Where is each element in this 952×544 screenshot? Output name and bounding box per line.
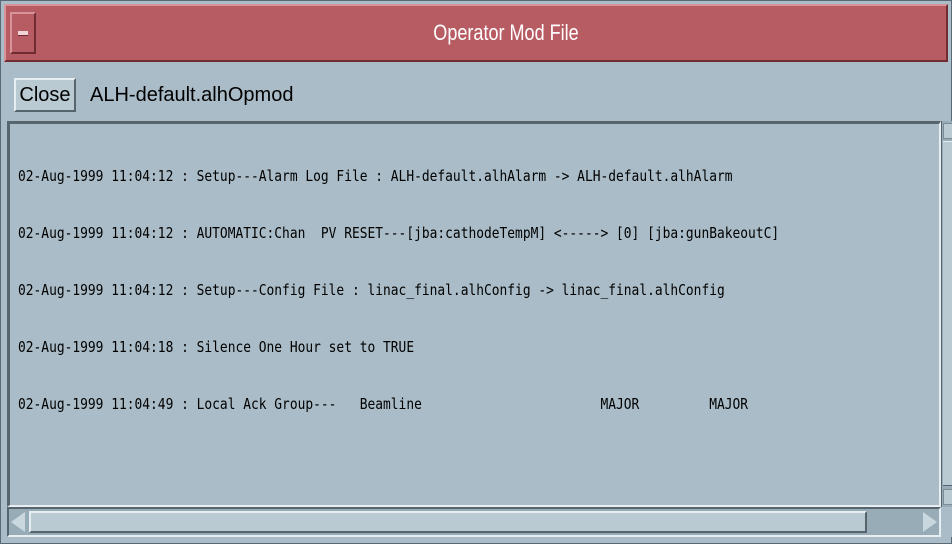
scrollbar-corner <box>941 507 952 537</box>
log-line: 02-Aug-1999 11:04:49 : Local Ack Group--… <box>18 395 749 413</box>
log-text-area[interactable]: 02-Aug-1999 11:04:12 : Setup---Alarm Log… <box>7 121 941 507</box>
title-bar[interactable]: Operator Mod File <box>4 4 948 62</box>
window-menu-button[interactable] <box>10 12 36 54</box>
file-name-label: ALH-default.alhOpmod <box>90 84 294 106</box>
log-line: 02-Aug-1999 11:04:12 : AUTOMATIC:Chan PV… <box>18 224 780 242</box>
log-line: 02-Aug-1999 11:04:12 : Setup---Config Fi… <box>18 281 725 299</box>
arrow-right-icon[interactable] <box>923 512 937 532</box>
scroll-up-button[interactable] <box>943 123 952 139</box>
window-title: Operator Mod File <box>433 20 579 45</box>
log-line: 02-Aug-1999 11:04:18 : Silence One Hour … <box>18 338 415 356</box>
arrow-left-icon[interactable] <box>11 512 25 532</box>
log-lines: 02-Aug-1999 11:04:12 : Setup---Alarm Log… <box>18 130 931 451</box>
horizontal-scroll-thumb[interactable] <box>29 511 867 533</box>
vertical-scroll-thumb[interactable] <box>943 141 952 486</box>
vertical-scrollbar[interactable] <box>941 121 952 507</box>
log-line: 02-Aug-1999 11:04:12 : Setup---Alarm Log… <box>18 167 733 185</box>
window-menu-icon <box>18 31 28 36</box>
toolbar: Close ALH-default.alhOpmod <box>4 62 948 120</box>
scroll-down-button[interactable] <box>943 489 952 505</box>
close-button[interactable]: Close <box>14 78 76 112</box>
horizontal-scrollbar[interactable] <box>7 507 941 537</box>
operator-mod-file-window: Operator Mod File Close ALH-default.alhO… <box>0 0 952 544</box>
